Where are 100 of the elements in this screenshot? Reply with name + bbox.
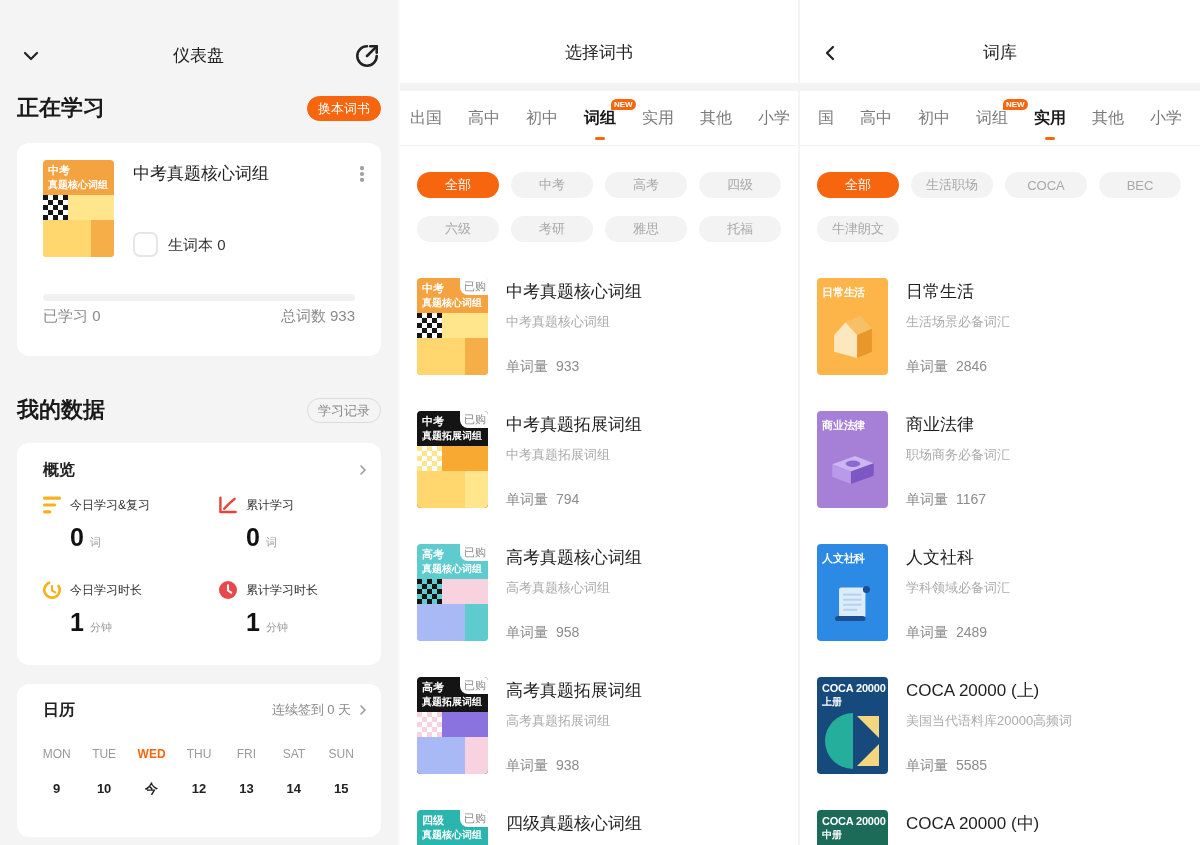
purchased-tag: 已购 xyxy=(460,810,488,827)
section-title: 我的数据 xyxy=(17,396,105,424)
book-title: COCA 20000 (上) xyxy=(906,681,1040,701)
filter-chip[interactable]: 全部 xyxy=(817,172,899,198)
book-title: 中考真题核心词组 xyxy=(506,282,642,302)
section-title: 正在学习 xyxy=(17,94,105,122)
category-tab[interactable]: 其他 xyxy=(1092,110,1124,126)
date-label[interactable]: 15 xyxy=(334,781,349,797)
book-description: 美国当代语料库20000高频词 xyxy=(906,712,1073,730)
stat-unit: 分钟 xyxy=(265,620,288,634)
tab-indicator xyxy=(1045,137,1055,140)
stat-unit: 词 xyxy=(89,535,101,549)
purchased-tag: 已购 xyxy=(460,278,488,295)
stat-unit: 分钟 xyxy=(89,620,112,634)
date-label[interactable]: 今 xyxy=(145,781,159,797)
cover-subtitle: 中册 xyxy=(822,828,842,841)
timer-icon xyxy=(43,581,61,599)
category-tab[interactable]: 国 xyxy=(818,110,834,126)
weekday-label: TUE xyxy=(92,746,117,762)
purchased-tag: 已购 xyxy=(460,411,488,428)
cover-title: 人文社科 xyxy=(822,552,866,565)
date-label[interactable]: 13 xyxy=(239,781,254,797)
category-tab[interactable]: 初中 xyxy=(918,110,950,126)
category-tab[interactable]: 小学 xyxy=(1150,110,1182,126)
card-title: 日历 xyxy=(43,700,75,720)
word-count: 单词量 938 xyxy=(506,756,580,775)
book-description: 学科领域必备词汇 xyxy=(906,579,1010,597)
word-count: 单词量 958 xyxy=(506,623,580,642)
arrow-circle-icon[interactable] xyxy=(356,45,378,67)
word-count: 单词量 933 xyxy=(506,357,580,376)
cover-subtitle: 上册 xyxy=(822,695,842,708)
card-title: 概览 xyxy=(43,460,75,480)
cover-title: 高考 xyxy=(422,548,444,561)
stat-value: 1 xyxy=(246,607,260,637)
category-tab[interactable]: 初中 xyxy=(526,110,558,126)
category-tab[interactable]: 词组 xyxy=(584,110,616,140)
cover-subtitle: 真题核心词组 xyxy=(422,296,482,309)
date-label[interactable]: 12 xyxy=(191,781,207,797)
word-count: 单词量 1167 xyxy=(906,490,986,509)
weekday-label: SUN xyxy=(328,746,354,762)
cover-title: 中考 xyxy=(422,282,444,295)
word-count: 单词量 2846 xyxy=(906,357,988,376)
clock-icon xyxy=(219,581,237,599)
shapes-drawing xyxy=(825,713,880,769)
category-tab[interactable]: 高中 xyxy=(860,110,892,126)
weekday-label: SAT xyxy=(282,746,306,762)
cover-subtitle: 真题拓展词组 xyxy=(422,695,482,708)
filter-chip[interactable]: 全部 xyxy=(417,172,499,198)
scroll-drawing xyxy=(835,585,870,621)
book-title: 四级真题核心词组 xyxy=(506,814,642,834)
lines-icon xyxy=(43,496,61,514)
new-badge: NEW xyxy=(611,99,636,110)
purchased-tag: 已购 xyxy=(460,544,488,561)
cover-title: 日常生活 xyxy=(822,286,866,299)
page-title: 词库 xyxy=(983,42,1017,64)
date-label[interactable]: 9 xyxy=(53,781,61,797)
cover-subtitle: 真题核心词组 xyxy=(422,828,482,841)
pattern-drawing xyxy=(417,446,488,508)
vocab-notebook-label: 生词本 0 xyxy=(168,234,226,255)
cover-subtitle: 真题核心词组 xyxy=(48,178,108,191)
category-tab[interactable]: 小学 xyxy=(758,110,790,126)
word-count: 单词量 5585 xyxy=(906,756,988,775)
category-tab[interactable]: 实用 xyxy=(642,110,674,126)
page-title: 仪表盘 xyxy=(173,45,224,67)
weekday-label: MON xyxy=(42,746,71,762)
cover-subtitle: 真题拓展词组 xyxy=(422,429,482,442)
date-label[interactable]: 14 xyxy=(286,781,302,797)
book-title: 高考真题拓展词组 xyxy=(506,681,642,701)
stat-label: 累计学习时长 xyxy=(246,582,318,598)
category-tab[interactable]: 出国 xyxy=(410,110,442,126)
category-tab[interactable]: 词组 xyxy=(976,110,1008,126)
stat-value: 0 xyxy=(70,522,84,552)
stat-unit: 词 xyxy=(265,535,277,549)
book-description: 高考真题拓展词组 xyxy=(506,712,610,730)
category-tab[interactable]: 高中 xyxy=(468,110,500,126)
cover-title: COCA 20000 xyxy=(822,682,886,695)
total-words: 总词数 933 xyxy=(280,307,355,325)
book-description: 职场商务必备词汇 xyxy=(906,446,1010,464)
book-description: 生活场景必备词汇 xyxy=(906,313,1010,331)
cover-title: 四级 xyxy=(422,814,444,827)
stat-label: 累计学习 xyxy=(246,497,294,513)
cover-title: 高考 xyxy=(422,681,444,694)
stat-label: 今日学习时长 xyxy=(70,582,142,598)
book-title: COCA 20000 (中) xyxy=(906,814,1040,834)
cover-subtitle: 真题核心词组 xyxy=(422,562,482,575)
tab-indicator xyxy=(595,137,605,140)
streak-text: 连续签到 0 天 xyxy=(271,701,351,719)
category-tab[interactable]: 实用 xyxy=(1034,110,1066,140)
date-label[interactable]: 10 xyxy=(96,781,112,797)
change-book-button[interactable]: 换本词书 xyxy=(307,95,381,121)
book-description: 中考真题核心词组 xyxy=(506,313,610,331)
cover-title: 中考 xyxy=(48,164,70,177)
cover-title: 商业法律 xyxy=(822,419,866,432)
checkbox[interactable] xyxy=(133,232,158,257)
category-tab[interactable]: 其他 xyxy=(700,110,732,126)
book-title: 日常生活 xyxy=(906,282,974,302)
house-drawing xyxy=(833,316,872,358)
book-title: 人文社科 xyxy=(906,548,974,568)
weekday-label: FRI xyxy=(236,746,257,762)
stat-value: 0 xyxy=(246,522,260,552)
